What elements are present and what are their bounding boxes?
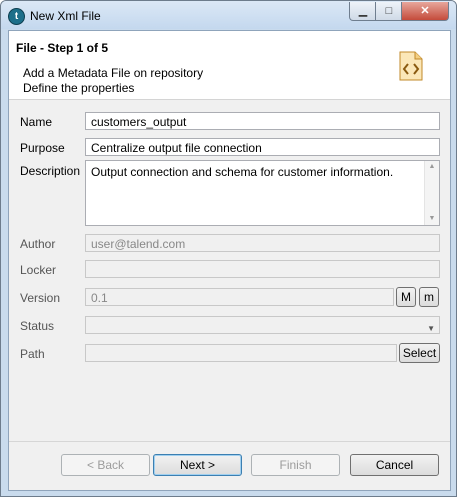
purpose-field[interactable]: Centralize output file connection: [85, 138, 440, 156]
chevron-down-icon[interactable]: ▼: [427, 320, 435, 333]
path-field: [85, 344, 397, 362]
footer-divider: [9, 441, 450, 442]
path-label: Path: [20, 347, 45, 361]
close-icon: ✕: [420, 5, 430, 17]
select-path-button[interactable]: Select: [399, 343, 440, 363]
version-field: 0.1: [85, 288, 394, 306]
status-dropdown[interactable]: ▼: [85, 316, 440, 334]
cancel-button[interactable]: Cancel: [350, 454, 439, 476]
new-xml-file-dialog: t New Xml File ▁ □ ✕ File - Step 1 of 5 …: [0, 0, 457, 497]
xml-file-icon: [399, 51, 423, 81]
maximize-button[interactable]: □: [375, 2, 403, 21]
author-field: user@talend.com: [85, 234, 440, 252]
minimize-icon: ▁: [358, 5, 368, 17]
minimize-button[interactable]: ▁: [349, 2, 377, 21]
description-textarea[interactable]: Output connection and schema for custome…: [85, 160, 440, 226]
locker-label: Locker: [20, 263, 57, 277]
close-button[interactable]: ✕: [401, 2, 449, 21]
version-minor-button[interactable]: m: [419, 287, 439, 307]
version-label: Version: [20, 291, 61, 305]
window-title: New Xml File: [30, 9, 101, 23]
author-label: Author: [20, 237, 56, 251]
name-field[interactable]: customers_output: [85, 112, 440, 130]
scroll-down-icon[interactable]: ▼: [425, 213, 439, 225]
title-bar[interactable]: t New Xml File ▁ □ ✕: [1, 1, 456, 29]
version-major-button[interactable]: M: [396, 287, 416, 307]
description-text: Output connection and schema for custome…: [91, 165, 394, 179]
maximize-icon: □: [385, 5, 393, 17]
scroll-up-icon[interactable]: ▲: [425, 161, 439, 173]
purpose-label: Purpose: [20, 141, 65, 155]
description-label: Description: [20, 164, 81, 178]
wizard-header: File - Step 1 of 5 Add a Metadata File o…: [9, 31, 450, 100]
talend-icon: t: [8, 8, 25, 25]
back-button[interactable]: < Back: [61, 454, 150, 476]
name-label: Name: [20, 115, 53, 129]
description-scrollbar[interactable]: ▲ ▼: [424, 161, 439, 225]
status-label: Status: [20, 319, 55, 333]
locker-field: [85, 260, 440, 278]
finish-button[interactable]: Finish: [251, 454, 340, 476]
step-description: Add a Metadata File on repository: [23, 66, 204, 80]
next-button[interactable]: Next >: [153, 454, 242, 476]
step-title: File - Step 1 of 5: [16, 41, 109, 55]
step-subdescription: Define the properties: [23, 81, 135, 95]
dialog-client-area: File - Step 1 of 5 Add a Metadata File o…: [8, 30, 451, 491]
